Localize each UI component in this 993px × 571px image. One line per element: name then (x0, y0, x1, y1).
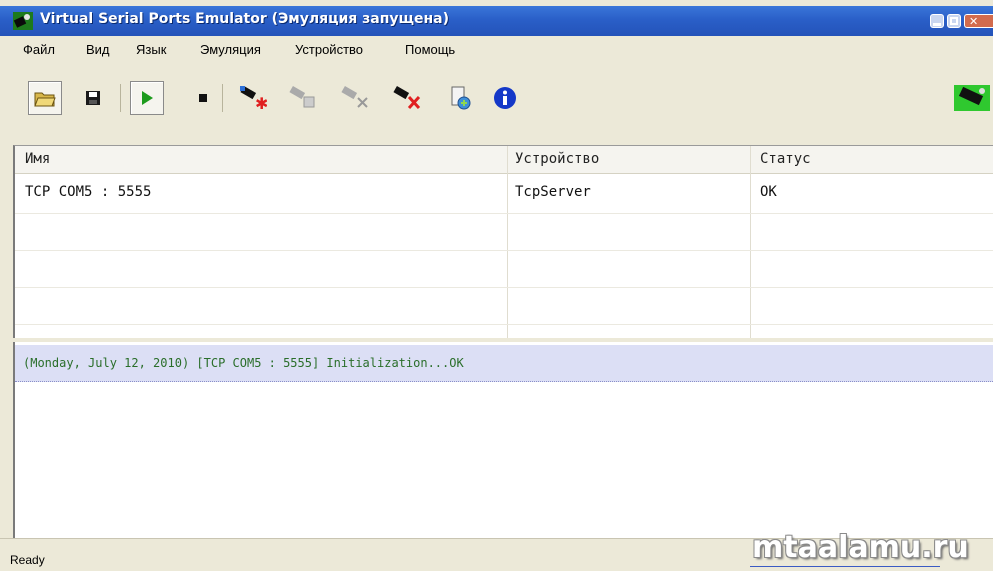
start-emulation-button[interactable] (130, 81, 164, 115)
stop-emulation-button[interactable] (186, 81, 220, 115)
column-header-name[interactable]: Имя (25, 151, 50, 167)
save-button[interactable] (76, 81, 110, 115)
ports-config-icon (451, 86, 471, 110)
port-name-cell: TCP COM5 : 5555 (25, 184, 152, 200)
svg-text:✱: ✱ (255, 94, 267, 111)
maximize-icon (950, 17, 958, 25)
minimize-icon (933, 23, 941, 26)
status-cell: OK (760, 184, 777, 200)
close-icon: ✕ (969, 15, 979, 28)
open-button[interactable] (28, 81, 62, 115)
toolbar-separator (222, 84, 223, 112)
device-cell: TcpServer (515, 184, 591, 200)
table-row[interactable]: TCP COM5 : 5555 TcpServer OK (15, 175, 993, 213)
menu-bar: Файл Вид Язык Эмуляция Устройство Помощь (0, 36, 993, 64)
menu-help[interactable]: Помощь (405, 42, 455, 57)
minimize-button[interactable] (930, 14, 944, 28)
unplug-device-button[interactable] (338, 81, 372, 115)
menu-device[interactable]: Устройство (295, 42, 363, 57)
toolbar: ✱ (0, 64, 993, 140)
log-entry-text: (Monday, July 12, 2010) [TCP COM5 : 5555… (23, 356, 464, 370)
column-header-status[interactable]: Статус (760, 151, 811, 167)
title-bar[interactable]: Virtual Serial Ports Emulator (Эмуляция … (0, 6, 993, 36)
edit-device-button[interactable] (286, 81, 320, 115)
window-title: Virtual Serial Ports Emulator (Эмуляция … (40, 11, 450, 27)
ports-table: Имя Устройство Статус TCP COM5 : 5555 Tc… (13, 145, 993, 339)
new-device-icon: ✱ (240, 86, 267, 111)
about-button[interactable] (488, 81, 522, 115)
close-button[interactable]: ✕ (964, 14, 993, 28)
unplug-device-icon (341, 86, 368, 108)
new-device-button[interactable]: ✱ (236, 81, 270, 115)
log-panel: (Monday, July 12, 2010) [TCP COM5 : 5555… (13, 342, 993, 538)
delete-device-button[interactable] (390, 81, 424, 115)
row-divider (15, 287, 993, 288)
log-entry[interactable]: (Monday, July 12, 2010) [TCP COM5 : 5555… (15, 345, 993, 382)
table-header: Имя Устройство Статус (15, 146, 993, 174)
play-icon (142, 91, 153, 105)
network-card-icon (954, 85, 990, 111)
edit-device-icon (289, 86, 315, 108)
menu-emulation[interactable]: Эмуляция (200, 42, 261, 57)
toolbar-separator (120, 84, 121, 112)
open-folder-icon (34, 92, 56, 107)
status-text: Ready (10, 553, 45, 567)
app-window: Virtual Serial Ports Emulator (Эмуляция … (0, 0, 993, 571)
row-divider (15, 213, 993, 214)
row-divider (15, 324, 993, 325)
stop-icon (199, 94, 207, 102)
delete-device-icon (393, 86, 421, 110)
menu-file[interactable]: Файл (23, 42, 55, 57)
row-divider (15, 250, 993, 251)
network-status-indicator (952, 81, 992, 115)
maximize-button[interactable] (947, 14, 961, 28)
column-header-device[interactable]: Устройство (515, 151, 599, 167)
info-icon (494, 87, 516, 109)
watermark: mtaalamu.ru (752, 530, 969, 565)
app-icon (13, 12, 33, 30)
save-icon (86, 91, 100, 105)
ports-config-button[interactable] (444, 81, 478, 115)
menu-view[interactable]: Вид (86, 42, 110, 57)
menu-language[interactable]: Язык (136, 42, 166, 57)
